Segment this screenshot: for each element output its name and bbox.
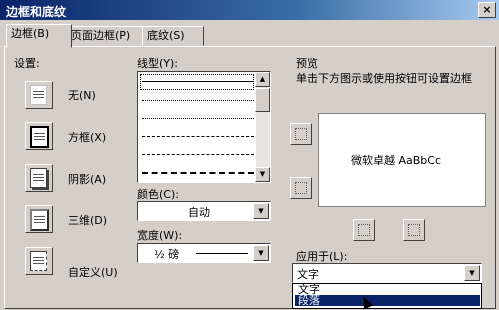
preview-heading: 预览 xyxy=(296,57,318,70)
scroll-up-icon[interactable]: ▲ xyxy=(255,72,270,87)
apply-to-option-paragraph[interactable]: 段落 xyxy=(295,295,480,306)
bottom-border-button[interactable] xyxy=(290,177,312,199)
selected-style-focus xyxy=(140,74,254,90)
right-border-button[interactable] xyxy=(403,219,425,241)
line-style-dotted-2[interactable] xyxy=(142,118,254,119)
preview-sample-text: 微软卓越 AaBbCc xyxy=(351,154,442,167)
setting-box-icon xyxy=(30,126,49,148)
apply-to-dropdown-icon[interactable]: ▼ xyxy=(464,265,480,281)
width-label: 宽度(W): xyxy=(137,229,183,242)
setting-shadow-button[interactable] xyxy=(25,164,53,192)
setting-box-label: 方框(X) xyxy=(68,131,107,144)
color-label: 颜色(C): xyxy=(137,188,179,201)
close-button[interactable]: × xyxy=(478,2,496,18)
apply-to-select[interactable]: 文字 ▼ xyxy=(292,263,482,283)
tab-shading[interactable]: 底纹(S) xyxy=(142,26,204,46)
color-dropdown-icon[interactable]: ▼ xyxy=(253,203,269,219)
setting-none-button[interactable] xyxy=(25,81,53,109)
setting-shadow-label: 阴影(A) xyxy=(68,173,107,186)
line-style-dashed[interactable] xyxy=(142,136,254,137)
apply-to-label: 应用于(L): xyxy=(296,250,348,263)
color-value: 自动 xyxy=(188,206,210,219)
apply-to-dropdown-list[interactable]: 文字 段落 xyxy=(292,283,482,309)
setting-3d-button[interactable] xyxy=(25,205,53,233)
scroll-thumb[interactable] xyxy=(255,88,270,112)
width-line-sample xyxy=(196,253,248,254)
setting-none-label: 无(N) xyxy=(68,89,96,102)
settings-heading: 设置: xyxy=(14,57,40,70)
setting-3d-icon xyxy=(30,209,49,231)
preview-instruction: 单击下方图示或使用按钮可设置边框 xyxy=(296,72,472,85)
borders-and-shading-dialog: 边框和底纹 × 边框(B) 页面边框(P) 底纹(S) 设置: 无(N) 方框(… xyxy=(0,0,499,310)
title-bar: 边框和底纹 × xyxy=(0,0,499,20)
style-scrollbar[interactable]: ▲ ▼ xyxy=(255,72,270,182)
apply-to-option-text[interactable]: 文字 xyxy=(295,284,480,295)
width-value: ½ 磅 xyxy=(154,248,180,261)
setting-custom-icon xyxy=(30,251,47,271)
style-heading: 线型(Y): xyxy=(137,57,179,70)
left-border-button[interactable] xyxy=(353,219,375,241)
line-style-dashdot[interactable] xyxy=(142,172,254,174)
apply-to-value: 文字 xyxy=(297,268,319,281)
setting-custom-button[interactable] xyxy=(25,247,53,275)
setting-custom-label: 自定义(U) xyxy=(68,266,118,279)
color-select[interactable]: 自动 ▼ xyxy=(137,201,271,221)
top-border-button[interactable] xyxy=(290,123,312,145)
width-dropdown-icon[interactable]: ▼ xyxy=(253,245,269,261)
line-style-list[interactable]: ▲ ▼ xyxy=(137,71,271,183)
preview-area[interactable]: 微软卓越 AaBbCc xyxy=(318,113,486,207)
tab-borders[interactable]: 边框(B) xyxy=(6,24,72,48)
setting-3d-label: 三维(D) xyxy=(68,214,108,227)
line-style-dotted[interactable] xyxy=(142,100,254,101)
line-style-dashed-2[interactable] xyxy=(142,154,254,155)
setting-shadow-icon xyxy=(30,168,47,188)
line-style-solid[interactable] xyxy=(142,81,254,82)
tab-page-border[interactable]: 页面边框(P) xyxy=(66,26,148,46)
width-select[interactable]: ½ 磅 ▼ xyxy=(137,243,271,263)
scroll-down-icon[interactable]: ▼ xyxy=(255,167,270,182)
window-title: 边框和底纹 xyxy=(6,5,67,19)
setting-box-button[interactable] xyxy=(25,122,53,150)
setting-none-icon xyxy=(30,85,47,105)
